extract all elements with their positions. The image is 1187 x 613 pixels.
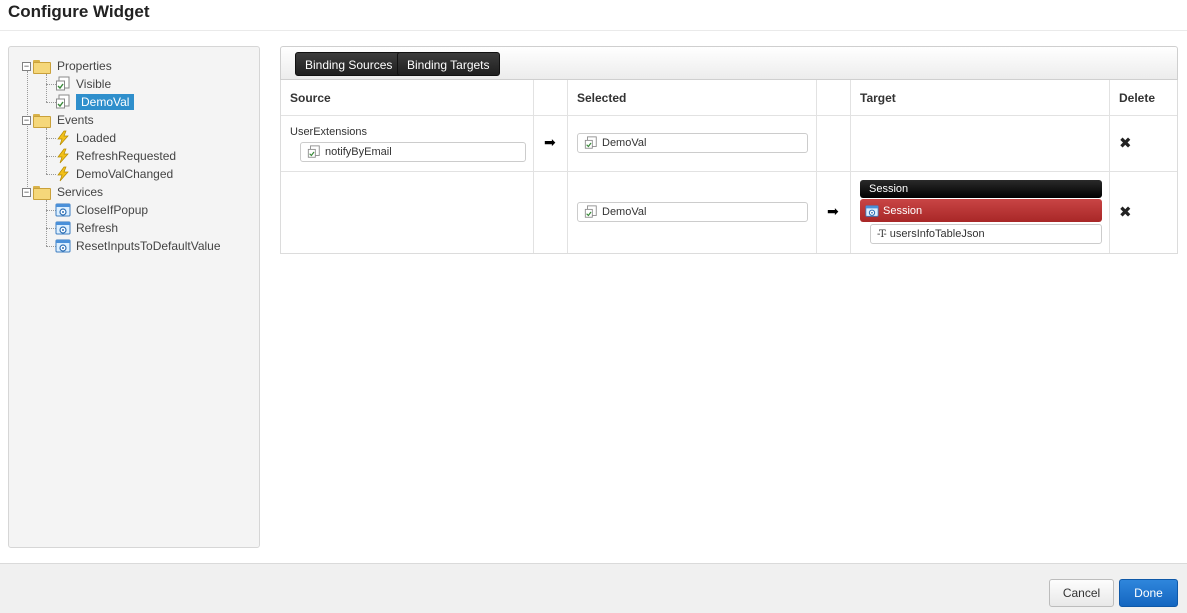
tree-item-resetinputstodefaultvalue[interactable]: ResetInputsToDefaultValue	[55, 237, 221, 255]
source-field-label: notifyByEmail	[325, 146, 392, 158]
tree-item-loaded[interactable]: Loaded	[55, 129, 116, 147]
binding-tab-bar: Binding Sources Binding Targets	[280, 46, 1178, 80]
target-field-label: usersInfoTableJson	[889, 228, 985, 240]
tree-node-events[interactable]: − Events	[22, 111, 94, 129]
widget-member-tree: − Properties Visible DemoVal − Events Lo…	[8, 46, 260, 548]
collapse-icon[interactable]: −	[22, 115, 31, 125]
service-icon	[55, 220, 71, 236]
title-divider	[0, 30, 1187, 31]
tree-item-label: DemoValChanged	[76, 167, 174, 181]
header-delete: Delete	[1119, 91, 1156, 105]
property-icon	[55, 76, 71, 92]
tree-item-closeifpopup[interactable]: CloseIfPopup	[55, 201, 148, 219]
header-source: Source	[290, 91, 331, 105]
tree-item-demoval[interactable]: DemoVal	[55, 93, 135, 111]
grid-col-divider	[1109, 80, 1110, 253]
delete-x-icon[interactable]: ✖	[1119, 134, 1132, 152]
grid-col-divider	[816, 80, 817, 253]
tab-binding-sources[interactable]: Binding Sources	[295, 52, 403, 76]
header-selected: Selected	[577, 91, 627, 105]
service-icon	[55, 202, 71, 218]
service-icon	[865, 204, 879, 218]
lightning-icon	[55, 130, 71, 146]
tree-item-label: RefreshRequested	[76, 149, 177, 163]
folder-icon	[33, 186, 51, 200]
tab-binding-targets[interactable]: Binding Targets	[397, 52, 500, 76]
tree-item-refreshrequested[interactable]: RefreshRequested	[55, 147, 176, 165]
header-target: Target	[860, 91, 896, 105]
grid-col-divider	[533, 80, 534, 253]
tree-item-refresh[interactable]: Refresh	[55, 219, 118, 237]
selected-field-label: DemoVal	[602, 206, 647, 218]
grid-col-divider	[850, 80, 851, 253]
tree-item-label: ResetInputsToDefaultValue	[76, 239, 221, 253]
selected-field[interactable]: DemoVal	[577, 133, 808, 153]
folder-icon	[33, 60, 51, 74]
right-arrow-icon: ➡	[827, 203, 839, 219]
string-type-icon: -T-	[877, 228, 887, 240]
collapse-icon[interactable]: −	[22, 61, 31, 71]
selected-field-label: DemoVal	[602, 137, 647, 149]
tree-node-label: Events	[57, 113, 94, 127]
service-icon	[55, 238, 71, 254]
tree-item-label: DemoVal	[76, 94, 135, 110]
source-field[interactable]: notifyByEmail	[300, 142, 526, 162]
done-button[interactable]: Done	[1119, 579, 1178, 607]
dialog-footer: Cancel Done	[0, 563, 1187, 613]
cancel-button[interactable]: Cancel	[1049, 579, 1114, 607]
tree-node-properties[interactable]: − Properties	[22, 57, 112, 75]
selected-field[interactable]: DemoVal	[577, 202, 808, 222]
tree-item-visible[interactable]: Visible	[55, 75, 111, 93]
dialog-title: Configure Widget	[8, 2, 150, 21]
property-icon	[584, 136, 598, 150]
tree-item-label: Refresh	[76, 221, 119, 235]
tree-node-label: Services	[57, 185, 104, 199]
grid-row-divider	[281, 171, 1177, 172]
lightning-icon	[55, 166, 71, 182]
delete-x-icon[interactable]: ✖	[1119, 203, 1132, 221]
property-icon	[55, 94, 71, 110]
target-header: Session	[860, 180, 1102, 198]
lightning-icon	[55, 148, 71, 164]
tree-line	[46, 128, 47, 174]
tree-item-label: Loaded	[76, 131, 117, 145]
tree-item-demovalchanged[interactable]: DemoValChanged	[55, 165, 173, 183]
property-icon	[307, 145, 321, 159]
tree-line	[46, 74, 47, 102]
property-icon	[584, 205, 598, 219]
target-entity-label: Session	[883, 204, 923, 217]
grid-col-divider	[567, 80, 568, 253]
tree-node-services[interactable]: − Services	[22, 183, 103, 201]
grid-row-divider	[281, 115, 1177, 116]
tree-node-label: Properties	[57, 59, 112, 73]
collapse-icon[interactable]: −	[22, 187, 31, 197]
tree-line	[46, 200, 47, 246]
source-group-label: UserExtensions	[290, 126, 368, 138]
target-field[interactable]: -T- usersInfoTableJson	[870, 224, 1102, 244]
right-arrow-icon: ➡	[544, 134, 556, 150]
folder-icon	[33, 114, 51, 128]
tree-item-label: Visible	[76, 77, 112, 91]
tree-line	[27, 71, 28, 197]
tree-item-label: CloseIfPopup	[76, 203, 149, 217]
bindings-grid: Source Selected Target Delete UserExtens…	[280, 80, 1178, 254]
target-entity[interactable]: Session	[860, 199, 1102, 222]
